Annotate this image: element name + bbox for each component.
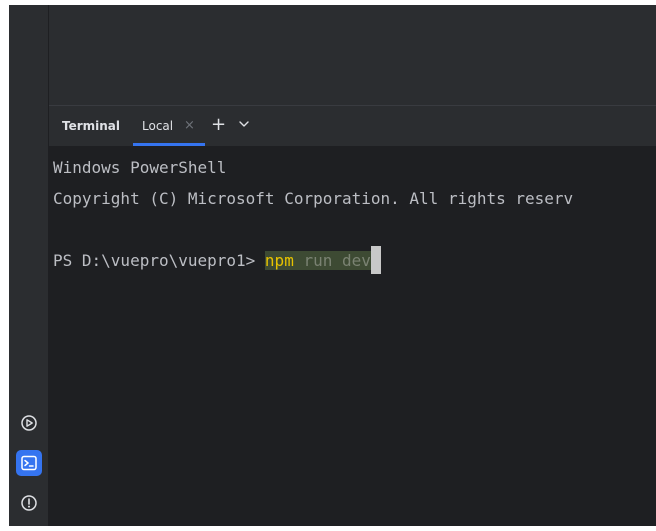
add-tab-button[interactable]: + — [211, 114, 226, 135]
problems-icon[interactable] — [16, 490, 42, 516]
prompt: PS D:\vuepro\vuepro1> — [53, 251, 265, 270]
terminal-output[interactable]: Windows PowerShell Copyright (C) Microso… — [49, 146, 656, 526]
terminal-panel-title: Terminal — [62, 119, 121, 133]
tab-local[interactable]: Local × — [133, 106, 205, 146]
left-tool-strip — [9, 5, 49, 526]
text-cursor — [370, 246, 381, 274]
terminal-tab-bar: Terminal Local × + — [49, 106, 656, 146]
terminal-icon[interactable] — [16, 450, 42, 476]
chevron-down-icon[interactable] — [237, 117, 251, 131]
ide-window: Terminal Local × + Windows PowerShell Co… — [9, 5, 656, 526]
tab-local-label: Local — [142, 119, 174, 133]
command-rest: run dev — [293, 251, 371, 270]
command-npm: npm — [264, 251, 294, 270]
close-icon[interactable]: × — [184, 118, 195, 133]
output-line-2: Copyright (C) Microsoft Corporation. All… — [53, 189, 574, 208]
editor-area — [49, 5, 656, 106]
output-line-1: Windows PowerShell — [53, 158, 227, 177]
prompt-line: PS D:\vuepro\vuepro1> npm run dev — [53, 245, 381, 276]
run-services-icon[interactable] — [16, 410, 42, 436]
